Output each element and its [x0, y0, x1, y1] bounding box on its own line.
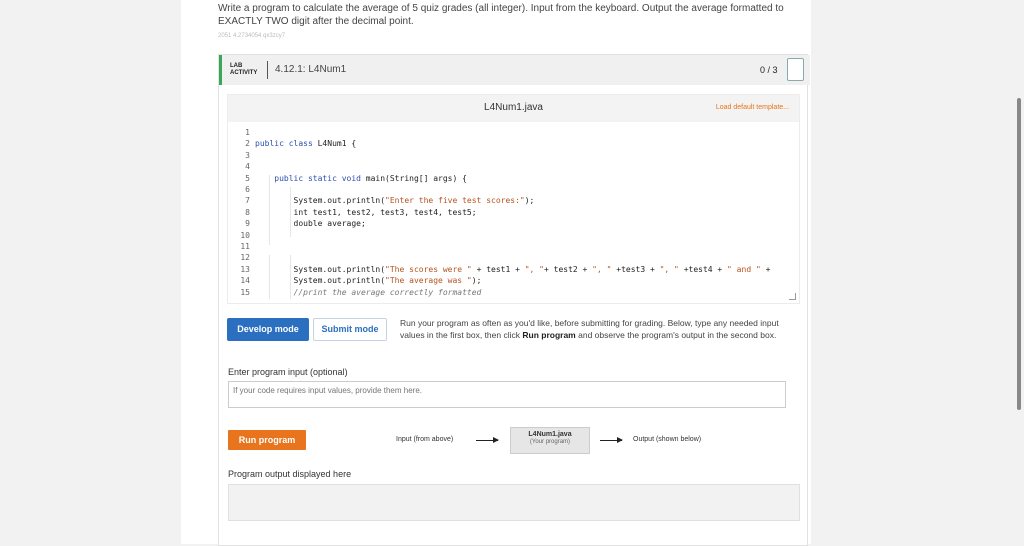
program-box-subtitle: (Your program) [529, 439, 571, 445]
code-keyword: public class [255, 139, 313, 149]
header-divider [267, 61, 268, 79]
code-text: L4Num1 { [312, 139, 357, 149]
line-number: 5 [245, 173, 250, 183]
code-line-7: System.out.println("Enter the five test … [255, 195, 770, 206]
code-string: ", " [592, 264, 612, 274]
code-text: + test2 + [544, 264, 593, 274]
code-string: ", " [524, 264, 544, 274]
question-prompt: Write a program to calculate the average… [218, 3, 784, 27]
line-number: 6 [245, 185, 250, 195]
code-text: System.out.println( [293, 264, 386, 274]
code-lines[interactable]: public class L4Num1 { public static void… [255, 127, 770, 298]
code-comment: //print the average correctly formatted [293, 287, 482, 297]
editor-resize-handle[interactable] [789, 293, 796, 300]
badge-line-2: ACTIVITY [230, 70, 258, 76]
line-number: 15 [240, 287, 250, 297]
code-area[interactable]: 1 2 3 4 5 6 7 8 9 10 11 12 13 14 15 publ… [228, 127, 799, 303]
scrollbar-thumb[interactable] [1017, 98, 1021, 410]
line-number: 1 [245, 128, 250, 137]
code-text: + [760, 264, 771, 274]
line-number: 10 [240, 230, 250, 240]
program-box-name: L4Num1.java [528, 431, 572, 438]
code-text: int test1, test2, test3, test4, test5; [293, 207, 477, 217]
code-editor[interactable]: L4Num1.java Load default template... 1 2… [227, 94, 800, 304]
code-text: ); [524, 196, 535, 206]
program-output-label: Program output displayed here [228, 469, 352, 479]
code-text: +test3 + [611, 264, 660, 274]
code-text: System.out.println( [293, 196, 386, 206]
line-number: 8 [245, 207, 250, 217]
code-line-5: public static void main(String[] args) { [255, 173, 770, 184]
editor-file-name: L4Num1.java [484, 102, 543, 113]
lab-activity-badge: LAB ACTIVITY [230, 63, 257, 77]
program-box: L4Num1.java (Your program) [510, 427, 590, 454]
mode-description-text: and observe the program's output in the … [575, 330, 777, 340]
line-number: 9 [245, 219, 250, 229]
mode-description: Run your program as often as you'd like,… [400, 317, 785, 341]
code-text: double average; [293, 219, 366, 229]
line-number: 13 [240, 264, 250, 274]
code-line-15: //print the average correctly formatted [255, 287, 770, 298]
code-line-8: int test1, test2, test3, test4, test5; [255, 207, 770, 218]
submit-mode-button[interactable]: Submit mode [313, 318, 387, 341]
flow-input-label: Input (from above) [396, 436, 454, 443]
code-string: "Enter the five test scores:" [385, 196, 525, 206]
lab-header: LAB ACTIVITY 4.12.1: L4Num1 0 / 3 [219, 55, 810, 85]
line-number: 4 [245, 162, 250, 172]
code-line-2: public class L4Num1 { [255, 138, 770, 149]
code-text: System.out.println( [293, 276, 386, 286]
line-number: 2 [245, 139, 250, 149]
program-input-label: Enter program input (optional) [228, 367, 348, 377]
arrow-right-icon [600, 437, 623, 443]
line-number: 7 [245, 196, 250, 206]
line-number-gutter: 1 2 3 4 5 6 7 8 9 10 11 12 13 14 15 [228, 127, 250, 298]
code-string: " and " [727, 264, 761, 274]
editor-toolbar: L4Num1.java Load default template... [228, 95, 799, 122]
line-number: 3 [245, 150, 250, 160]
code-line-14: System.out.println("The average was "); [255, 275, 770, 286]
run-program-button[interactable]: Run program [228, 430, 306, 450]
question-identifier: 2051 4.2734054 qx3zcy7 [218, 33, 286, 39]
lab-title: 4.12.1: L4Num1 [275, 64, 347, 75]
line-number: 12 [240, 253, 250, 263]
badge-line-1: LAB [230, 63, 243, 69]
line-number: 11 [240, 242, 250, 252]
develop-mode-button[interactable]: Develop mode [227, 318, 309, 341]
mode-description-emphasis: Run program [522, 330, 576, 340]
code-text: ); [471, 276, 482, 286]
load-default-template-link[interactable]: Load default template... [716, 104, 789, 111]
score-box-icon [787, 58, 804, 81]
code-line-9: double average; [255, 218, 770, 229]
program-input-field[interactable] [228, 381, 786, 408]
score-text: 0 / 3 [760, 65, 778, 75]
code-keyword: public static void [274, 173, 361, 183]
code-text: main(String[] args) { [360, 173, 467, 183]
code-string: "The scores were " [385, 264, 472, 274]
flow-output-label: Output (shown below) [633, 436, 702, 443]
program-output-box [228, 484, 800, 521]
code-text: +test4 + [678, 264, 728, 274]
code-string: ", " [659, 264, 679, 274]
arrow-right-icon [476, 437, 499, 443]
code-line-13: System.out.println("The scores were " + … [255, 264, 771, 275]
code-text: + test1 + [471, 264, 525, 274]
code-string: "The average was " [385, 276, 472, 286]
line-number: 14 [240, 276, 250, 286]
